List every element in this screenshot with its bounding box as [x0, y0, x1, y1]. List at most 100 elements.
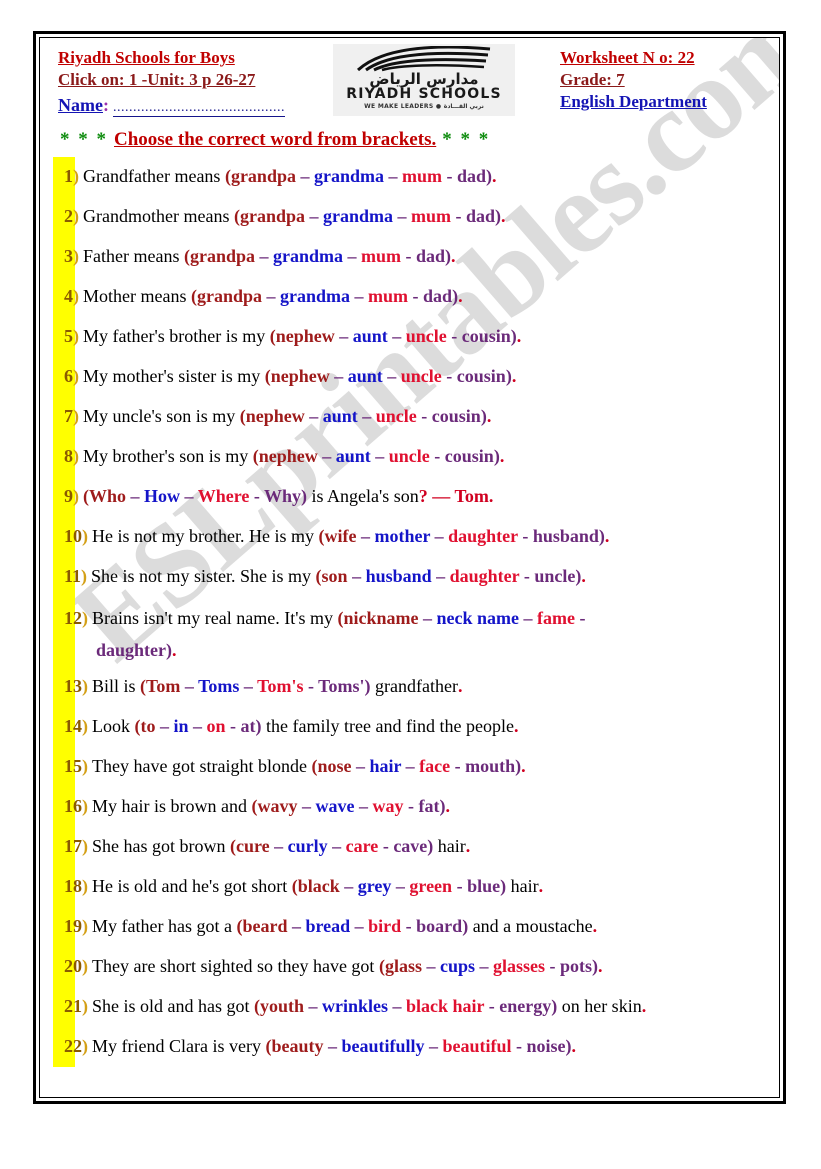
answer-option[interactable]: energy — [499, 996, 551, 1016]
answer-option[interactable]: daughter — [96, 640, 166, 660]
answer-option[interactable]: nickname — [343, 608, 418, 628]
answer-option[interactable]: uncle — [534, 566, 575, 586]
answer-option[interactable]: mouth — [465, 756, 515, 776]
answer-option[interactable]: wrinkles — [322, 996, 388, 1016]
answer-option[interactable]: cups — [440, 956, 475, 976]
answer-option[interactable]: wave — [315, 796, 354, 816]
answer-option[interactable]: blue — [467, 876, 500, 896]
answer-option[interactable]: dad — [416, 246, 445, 266]
answer-option[interactable]: noise — [527, 1036, 566, 1056]
answer-option[interactable]: nose — [317, 756, 351, 776]
question-row: 4) Mother means (grandpa – grandma – mum … — [40, 277, 769, 317]
option-separator: - — [574, 608, 586, 628]
answer-option[interactable]: mother — [374, 526, 430, 546]
answer-option[interactable]: cure — [236, 836, 270, 856]
answer-option[interactable]: beauty — [271, 1036, 323, 1056]
bracket-close: ) — [551, 996, 558, 1016]
answer-option[interactable]: hair — [369, 756, 401, 776]
answer-option[interactable]: care — [346, 836, 379, 856]
answer-option[interactable]: curly — [288, 836, 328, 856]
answer-option[interactable]: wavy — [257, 796, 297, 816]
answer-option[interactable]: nephew — [259, 446, 318, 466]
option-separator: – — [430, 526, 449, 546]
answer-option[interactable]: grandma — [323, 206, 393, 226]
question-ending: . — [499, 446, 505, 466]
answer-option[interactable]: fat — [418, 796, 439, 816]
answer-option[interactable]: nephew — [271, 366, 330, 386]
answer-option[interactable]: wife — [324, 526, 356, 546]
question-row: 11) She is not my sister. She is my (son … — [40, 557, 769, 597]
answer-option[interactable]: How — [144, 486, 180, 506]
answer-option[interactable]: uncle — [376, 406, 417, 426]
answer-option[interactable]: Who — [89, 486, 126, 506]
answer-option[interactable]: husband — [366, 566, 432, 586]
answer-option[interactable]: husband — [533, 526, 599, 546]
answer-option[interactable]: Tom's — [257, 676, 303, 696]
answer-option[interactable]: grandpa — [190, 246, 255, 266]
answer-option[interactable]: way — [372, 796, 403, 816]
answer-option[interactable]: face — [419, 756, 450, 776]
answer-option[interactable]: aunt — [353, 326, 388, 346]
answer-option[interactable]: Toms' — [318, 676, 364, 696]
answer-option[interactable]: pots — [560, 956, 592, 976]
answer-option[interactable]: grandma — [273, 246, 343, 266]
answer-option[interactable]: mum — [402, 166, 442, 186]
question-text: My hair is brown and (wavy – wave – way … — [92, 796, 450, 816]
answer-option[interactable]: cousin — [457, 366, 506, 386]
answer-option[interactable]: aunt — [336, 446, 371, 466]
option-separator: - — [416, 406, 432, 426]
answer-option[interactable]: bird — [368, 916, 401, 936]
answer-option[interactable]: grandma — [314, 166, 384, 186]
name-colon: : — [102, 95, 109, 115]
answer-option[interactable]: black hair — [406, 996, 484, 1016]
answer-option[interactable]: dad — [466, 206, 495, 226]
answer-option[interactable]: daughter — [450, 566, 520, 586]
answer-option[interactable]: mum — [368, 286, 408, 306]
answer-option[interactable]: cave — [393, 836, 427, 856]
answer-option[interactable]: uncle — [401, 366, 442, 386]
answer-option[interactable]: uncle — [406, 326, 447, 346]
answer-option[interactable]: to — [141, 716, 156, 736]
answer-option[interactable]: bread — [305, 916, 350, 936]
answer-option[interactable]: dad — [457, 166, 486, 186]
answer-option[interactable]: aunt — [323, 406, 358, 426]
answer-option[interactable]: glasses — [493, 956, 545, 976]
question-ending: ? — Tom. — [418, 486, 494, 506]
answer-option[interactable]: fame — [537, 608, 575, 628]
answer-option[interactable]: Why — [264, 486, 301, 506]
option-separator: – — [323, 1036, 342, 1056]
answer-option[interactable]: beard — [242, 916, 287, 936]
answer-option[interactable]: mum — [411, 206, 451, 226]
answer-option[interactable]: beautifully — [341, 1036, 424, 1056]
answer-option[interactable]: aunt — [348, 366, 383, 386]
answer-option[interactable]: nephew — [246, 406, 305, 426]
answer-option[interactable]: green — [409, 876, 452, 896]
answer-option[interactable]: son — [322, 566, 348, 586]
answer-option[interactable]: nephew — [276, 326, 335, 346]
answer-option[interactable]: neck name — [436, 608, 519, 628]
answer-option[interactable]: dad — [423, 286, 452, 306]
answer-option[interactable]: grandma — [280, 286, 350, 306]
answer-option[interactable]: beautiful — [442, 1036, 511, 1056]
answer-option[interactable]: cousin — [432, 406, 481, 426]
answer-option[interactable]: cousin — [445, 446, 494, 466]
answer-option[interactable]: grey — [358, 876, 392, 896]
answer-option[interactable]: grandpa — [231, 166, 296, 186]
answer-option[interactable]: glass — [385, 956, 422, 976]
answer-option[interactable]: Tom — [146, 676, 180, 696]
answer-option[interactable]: black — [298, 876, 340, 896]
answer-option[interactable]: grandpa — [197, 286, 262, 306]
answer-option[interactable]: grandpa — [240, 206, 305, 226]
answer-option[interactable]: mum — [361, 246, 401, 266]
name-input-line[interactable]: ........................................… — [112, 100, 285, 117]
answer-option[interactable]: youth — [260, 996, 304, 1016]
answer-option[interactable]: cousin — [462, 326, 511, 346]
answer-option[interactable]: in — [174, 716, 189, 736]
answer-option[interactable]: at — [241, 716, 256, 736]
answer-option[interactable]: daughter — [448, 526, 518, 546]
answer-option[interactable]: Where — [198, 486, 250, 506]
answer-option[interactable]: Toms — [198, 676, 239, 696]
answer-option[interactable]: on — [207, 716, 226, 736]
answer-option[interactable]: board — [416, 916, 462, 936]
answer-option[interactable]: uncle — [389, 446, 430, 466]
